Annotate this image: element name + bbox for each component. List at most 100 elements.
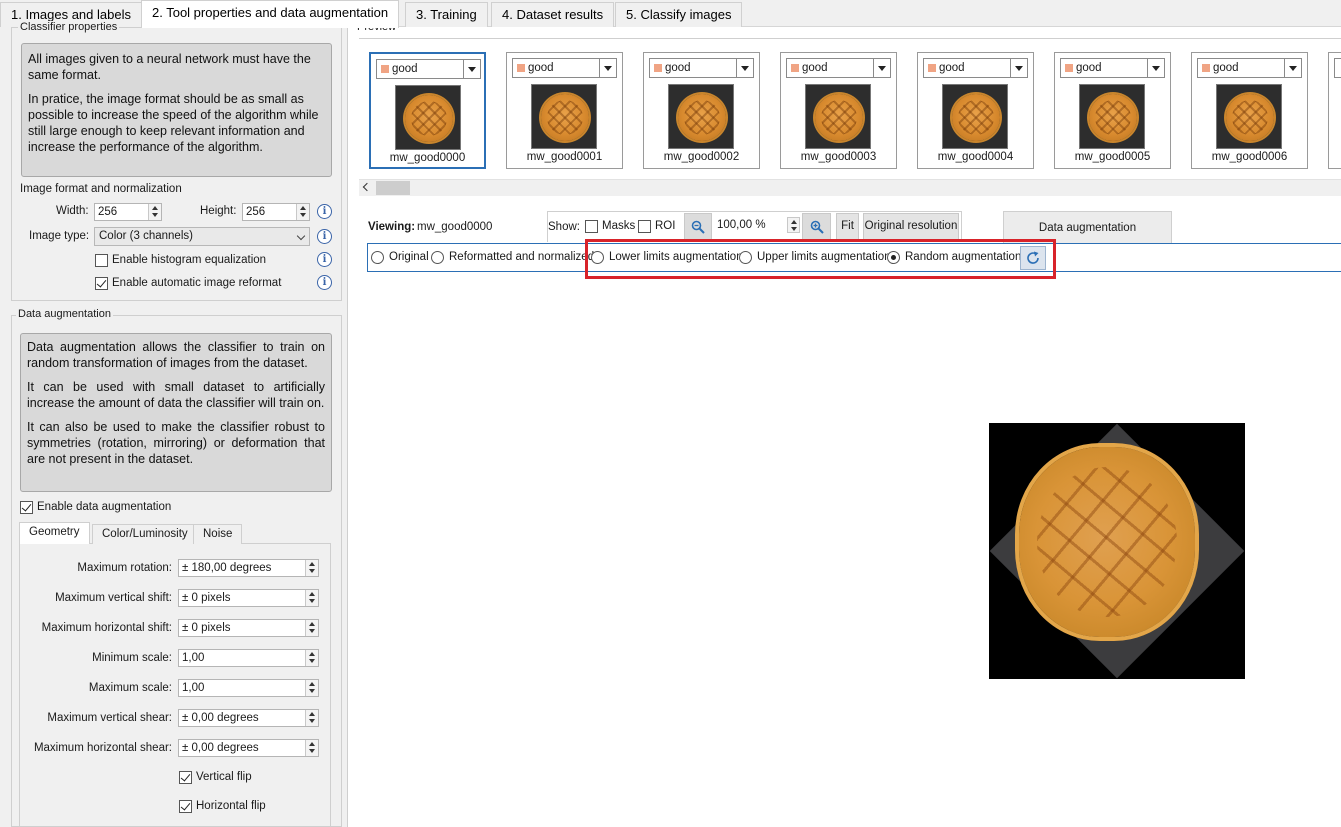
height-value: 256 (246, 206, 266, 218)
dropdown-arrow-icon[interactable] (1284, 59, 1301, 77)
waffle-thumbnail (815, 94, 863, 141)
max-horizontal-shear-spinner[interactable] (305, 740, 318, 756)
masks-checkbox[interactable] (585, 220, 598, 233)
thumbnail-name: mw_good0006 (1211, 151, 1288, 163)
width-spinner-arrows[interactable] (148, 204, 161, 220)
auto-reformat-checkbox[interactable] (95, 277, 108, 290)
thumbnail-label-dropdown[interactable]: good (923, 58, 1028, 78)
thumbnail-partial[interactable] (1328, 52, 1341, 169)
max-horizontal-shift-field[interactable]: ± 0 pixels (178, 619, 319, 637)
thumbnail-name: mw_good0000 (389, 152, 466, 164)
max-scale-field[interactable]: 1,00 (178, 679, 319, 697)
mode-reformatted-radio[interactable] (431, 251, 444, 264)
thumbnail-label-value: good (802, 62, 828, 74)
thumbnail-item[interactable]: good mw_good0004 (917, 52, 1034, 169)
vertical-flip-checkbox[interactable] (179, 771, 192, 784)
thumbnail-label-dropdown[interactable]: good (786, 58, 891, 78)
thumbnail-item[interactable]: good mw_good0005 (1054, 52, 1171, 169)
min-scale-field[interactable]: 1,00 (178, 649, 319, 667)
thumbnail-label-dropdown[interactable]: good (1197, 58, 1302, 78)
max-scale-value: 1,00 (182, 682, 205, 694)
dropdown-arrow-icon[interactable] (599, 59, 616, 77)
subtab-color-luminosity[interactable]: Color/Luminosity (92, 524, 198, 544)
max-rotation-label: Maximum rotation: (77, 562, 172, 574)
tab-training[interactable]: 3. Training (405, 2, 488, 27)
enable-augmentation-label: Enable data augmentation (37, 501, 172, 513)
scrollbar-thumb[interactable] (376, 181, 410, 195)
min-scale-label: Minimum scale: (92, 652, 172, 664)
fit-button[interactable]: Fit (836, 213, 859, 240)
thumbnail-label-dropdown[interactable]: good (649, 58, 754, 78)
max-vertical-shear-spinner[interactable] (305, 710, 318, 726)
tab-dataset-results[interactable]: 4. Dataset results (491, 2, 615, 27)
viewing-value: mw_good0000 (417, 221, 493, 233)
thumbnail-item[interactable]: good mw_good0006 (1191, 52, 1308, 169)
zoom-out-icon (691, 220, 705, 234)
dropdown-arrow-icon[interactable] (463, 60, 480, 78)
height-label: Height: (200, 205, 237, 217)
tab-tool-properties[interactable]: 2. Tool properties and data augmentation (141, 0, 400, 28)
auto-reformat-info-icon[interactable]: i (317, 275, 332, 290)
dropdown-arrow-icon[interactable] (873, 59, 890, 77)
zoom-in-button[interactable] (802, 213, 831, 240)
zoom-level-spinner[interactable] (787, 217, 800, 233)
scroll-left-icon[interactable] (362, 182, 372, 192)
max-horizontal-shear-label: Maximum horizontal shear: (33, 742, 172, 754)
dropdown-arrow-icon[interactable] (1010, 59, 1027, 77)
max-vertical-shear-label: Maximum vertical shear: (47, 712, 172, 724)
image-type-info-icon[interactable]: i (317, 229, 332, 244)
thumbnail-image (668, 84, 734, 149)
subtab-geometry[interactable]: Geometry (19, 522, 90, 544)
mode-original-label: Original (389, 251, 429, 263)
dropdown-arrow-icon[interactable] (1147, 59, 1164, 77)
max-rotation-value: ± 180,00 degrees (182, 562, 272, 574)
image-format-title: Image format and normalization (20, 183, 182, 195)
label-color-swatch (517, 64, 525, 72)
zoom-level-value: 100,00 % (717, 219, 766, 231)
max-rotation-field[interactable]: ± 180,00 degrees (178, 559, 319, 577)
horizontal-flip-checkbox[interactable] (179, 800, 192, 813)
max-scale-spinner[interactable] (305, 680, 318, 696)
height-field[interactable]: 256 (242, 203, 310, 221)
max-vertical-shift-spinner[interactable] (305, 590, 318, 606)
thumbnail-item[interactable]: good mw_good0000 (369, 52, 486, 169)
height-spinner-arrows[interactable] (296, 204, 309, 220)
max-horizontal-shear-value: ± 0,00 degrees (182, 742, 259, 754)
show-label: Show: (548, 221, 580, 233)
thumbnail-item[interactable]: good mw_good0001 (506, 52, 623, 169)
dropdown-arrow-icon[interactable] (736, 59, 753, 77)
max-horizontal-shift-spinner[interactable] (305, 620, 318, 636)
min-scale-spinner[interactable] (305, 650, 318, 666)
tab-classify-images[interactable]: 5. Classify images (615, 2, 743, 27)
max-rotation-spinner[interactable] (305, 560, 318, 576)
thumbnail-item[interactable]: good mw_good0002 (643, 52, 760, 169)
max-vertical-shear-field[interactable]: ± 0,00 degrees (178, 709, 319, 727)
mode-original-radio[interactable] (371, 251, 384, 264)
image-format-info-icon[interactable]: i (317, 204, 332, 219)
augmentation-info-text: It can also be used to make the classifi… (27, 420, 325, 466)
max-vertical-shift-field[interactable]: ± 0 pixels (178, 589, 319, 607)
thumbnail-label-dropdown[interactable]: good (376, 59, 481, 79)
thumbnail-item[interactable]: good mw_good0003 (780, 52, 897, 169)
width-field[interactable]: 256 (94, 203, 162, 221)
classifier-info-text: All images given to a neural network mus… (28, 52, 311, 82)
zoom-out-button[interactable] (684, 213, 712, 240)
subtab-noise[interactable]: Noise (193, 524, 243, 544)
enable-augmentation-checkbox[interactable] (20, 501, 33, 514)
max-scale-label: Maximum scale: (88, 682, 172, 694)
image-type-dropdown[interactable]: Color (3 channels) (94, 227, 310, 246)
roi-checkbox[interactable] (638, 220, 651, 233)
label-color-swatch (791, 64, 799, 72)
thumbnail-label-dropdown[interactable]: good (512, 58, 617, 78)
histogram-info-icon[interactable]: i (317, 252, 332, 267)
zoom-level-field[interactable]: 100,00 % (714, 217, 800, 235)
image-type-label: Image type: (29, 230, 90, 242)
max-horizontal-shear-field[interactable]: ± 0,00 degrees (178, 739, 319, 757)
preview-scrollbar[interactable] (359, 179, 1341, 196)
thumbnail-label-dropdown[interactable]: good (1060, 58, 1165, 78)
histogram-equalization-checkbox[interactable] (95, 254, 108, 267)
roi-label: ROI (655, 220, 676, 232)
augmented-image-view[interactable] (989, 423, 1245, 679)
waffle-thumbnail (541, 94, 589, 141)
original-resolution-button[interactable]: Original resolution (863, 213, 959, 240)
